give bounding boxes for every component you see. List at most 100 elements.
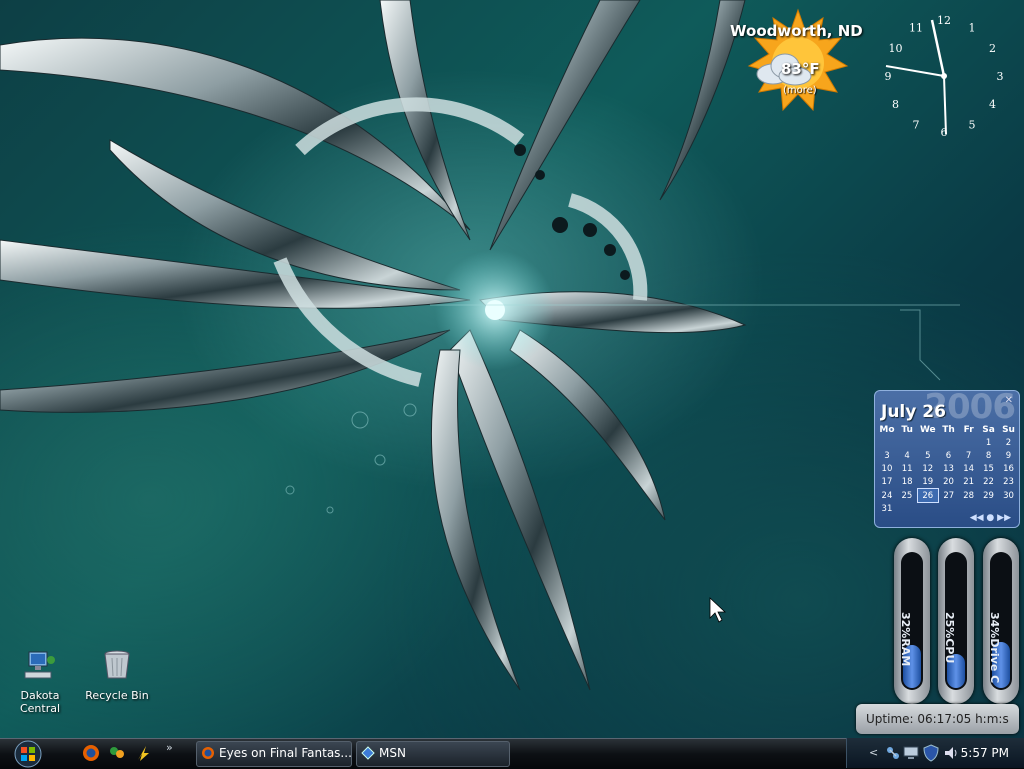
dot-icon[interactable]: ● (986, 513, 994, 523)
firefox-icon (202, 747, 214, 759)
calendar-weekday: Fr (963, 424, 974, 435)
calendar-weekday: Su (1002, 424, 1015, 435)
taskbar-button-firefox[interactable]: Eyes on Final Fantas... (196, 741, 352, 767)
calendar-day (938, 503, 958, 517)
recycle-bin-icon (104, 650, 130, 679)
uptime-gadget: Uptime: 06:17:05 h:m:s (856, 704, 1019, 734)
taskbar-button-label: Eyes on Final Fantas... (219, 746, 352, 760)
calendar-month-label: July 26 (881, 402, 946, 422)
desktop-icon-dakota-central[interactable]: Dakota Central (0, 648, 80, 715)
start-button[interactable] (4, 740, 48, 768)
calendar-day[interactable]: 23 (999, 475, 1019, 489)
taskbar-button-msn[interactable]: MSN (356, 741, 510, 767)
clock-number: 12 (937, 14, 951, 27)
calendar-day-today[interactable]: 26 (916, 488, 939, 503)
clock-number: 3 (997, 70, 1004, 83)
chevron-left-icon[interactable]: ◀◀ (970, 513, 984, 523)
calendar-day[interactable]: 13 (938, 462, 958, 475)
clock-number: 10 (889, 42, 903, 55)
calendar-weekday: Tu (901, 424, 913, 435)
clock-second-hand (885, 65, 945, 77)
desktop-icon-label: Dakota Central (19, 689, 61, 715)
weather-city: Woodworth, ND (730, 22, 863, 40)
calendar-day (897, 503, 917, 517)
drive-gauge-label: 34%Drive C (881, 612, 1001, 683)
calendar-day[interactable]: 24 (877, 489, 897, 503)
weather-temperature: 83°F (781, 60, 820, 78)
calendar-day (897, 436, 917, 449)
taskbar-button-label: MSN (379, 746, 406, 760)
calendar-day (917, 503, 938, 517)
clock-minute-hand (930, 19, 946, 77)
clock-number: 11 (909, 22, 923, 35)
clock-number: 2 (989, 42, 996, 55)
calendar-day[interactable]: 18 (897, 475, 917, 489)
calendar-day[interactable]: 28 (959, 489, 979, 503)
calendar-day[interactable]: 4 (897, 449, 917, 462)
calendar-weekday: Th (942, 424, 955, 435)
shield-icon[interactable] (923, 744, 939, 762)
tray-expand-icon[interactable]: < (869, 746, 878, 759)
calendar-day (959, 436, 979, 449)
clock-number: 9 (885, 70, 892, 83)
clock-number: 7 (913, 119, 920, 132)
calendar-day[interactable]: 25 (897, 489, 917, 503)
clock-number: 4 (989, 98, 996, 111)
network-icon[interactable] (885, 745, 901, 761)
computer-network-icon (24, 651, 55, 679)
calendar-day[interactable]: 10 (877, 462, 897, 475)
calendar-weekday: Mo (879, 424, 895, 435)
calendar-gadget[interactable]: 2006 July 26 ✕ Mo Tu We Th Fr Sa Su 1234567891… (874, 387, 1020, 528)
calendar-day (938, 436, 958, 449)
calendar-day[interactable]: 6 (938, 449, 958, 462)
calendar-weekday: Sa (982, 424, 995, 435)
calendar-day[interactable]: 17 (877, 475, 897, 489)
weather-more-link[interactable]: (more) (783, 85, 817, 96)
calendar-weekday: We (919, 424, 936, 435)
clock-number: 5 (969, 119, 976, 132)
weather-gadget[interactable]: Woodworth, ND 83°F (more) (725, 8, 875, 118)
system-tray: < 5:57 PM (846, 738, 1024, 768)
calendar-nav[interactable]: ◀◀ ● ▶▶ (970, 513, 1011, 523)
chevron-right-icon[interactable]: ▶▶ (997, 513, 1011, 523)
calendar-day[interactable]: 30 (999, 489, 1019, 503)
tray-clock[interactable]: 5:57 PM (961, 746, 1009, 760)
calendar-day[interactable]: 5 (917, 449, 938, 462)
close-icon[interactable]: ✕ (1005, 395, 1013, 406)
firefox-icon[interactable] (82, 744, 100, 762)
monitor-icon[interactable] (903, 745, 919, 761)
calendar-day[interactable]: 2 (999, 436, 1019, 449)
uptime-text: Uptime: 06:17:05 h:m:s (866, 712, 1009, 726)
calendar-day[interactable]: 12 (917, 462, 938, 475)
messenger-icon[interactable] (108, 744, 126, 762)
calendar-day[interactable]: 7 (959, 449, 979, 462)
calendar-grid: Mo Tu We Th Fr Sa Su 1 2 3 4 5 6 7 8 9 10 11 12 13 14 15 16 17… (877, 423, 1019, 516)
calendar-day[interactable]: 15 (979, 462, 999, 475)
calendar-day (917, 436, 938, 449)
calendar-day[interactable]: 9 (999, 449, 1019, 462)
calendar-day[interactable]: 1 (979, 436, 999, 449)
quicklaunch-overflow-icon[interactable]: » (166, 741, 173, 754)
clock-number: 1 (969, 22, 976, 35)
calendar-day[interactable]: 20 (938, 475, 958, 489)
calendar-day (877, 436, 897, 449)
calendar-day[interactable]: 3 (877, 449, 897, 462)
calendar-day[interactable]: 22 (979, 475, 999, 489)
calendar-day[interactable]: 8 (979, 449, 999, 462)
calendar-day[interactable]: 19 (917, 475, 938, 489)
drive-gauge: 34%Drive C (983, 538, 1019, 704)
calendar-day[interactable]: 31 (877, 503, 897, 517)
winamp-icon[interactable] (134, 744, 152, 762)
calendar-day[interactable]: 27 (938, 489, 958, 503)
calendar-day[interactable]: 14 (959, 462, 979, 475)
msn-icon (361, 746, 375, 760)
desktop-icon-recycle-bin[interactable]: Recycle Bin (77, 648, 157, 702)
calendar-day[interactable]: 21 (959, 475, 979, 489)
calendar-day[interactable]: 11 (897, 462, 917, 475)
analog-clock-gadget[interactable]: 121234567891011 (878, 10, 1014, 148)
calendar-day[interactable]: 16 (999, 462, 1019, 475)
calendar-day[interactable]: 29 (979, 489, 999, 503)
speaker-icon[interactable] (943, 745, 959, 761)
clock-number: 8 (892, 98, 899, 111)
desktop-icon-label: Recycle Bin (85, 689, 149, 702)
